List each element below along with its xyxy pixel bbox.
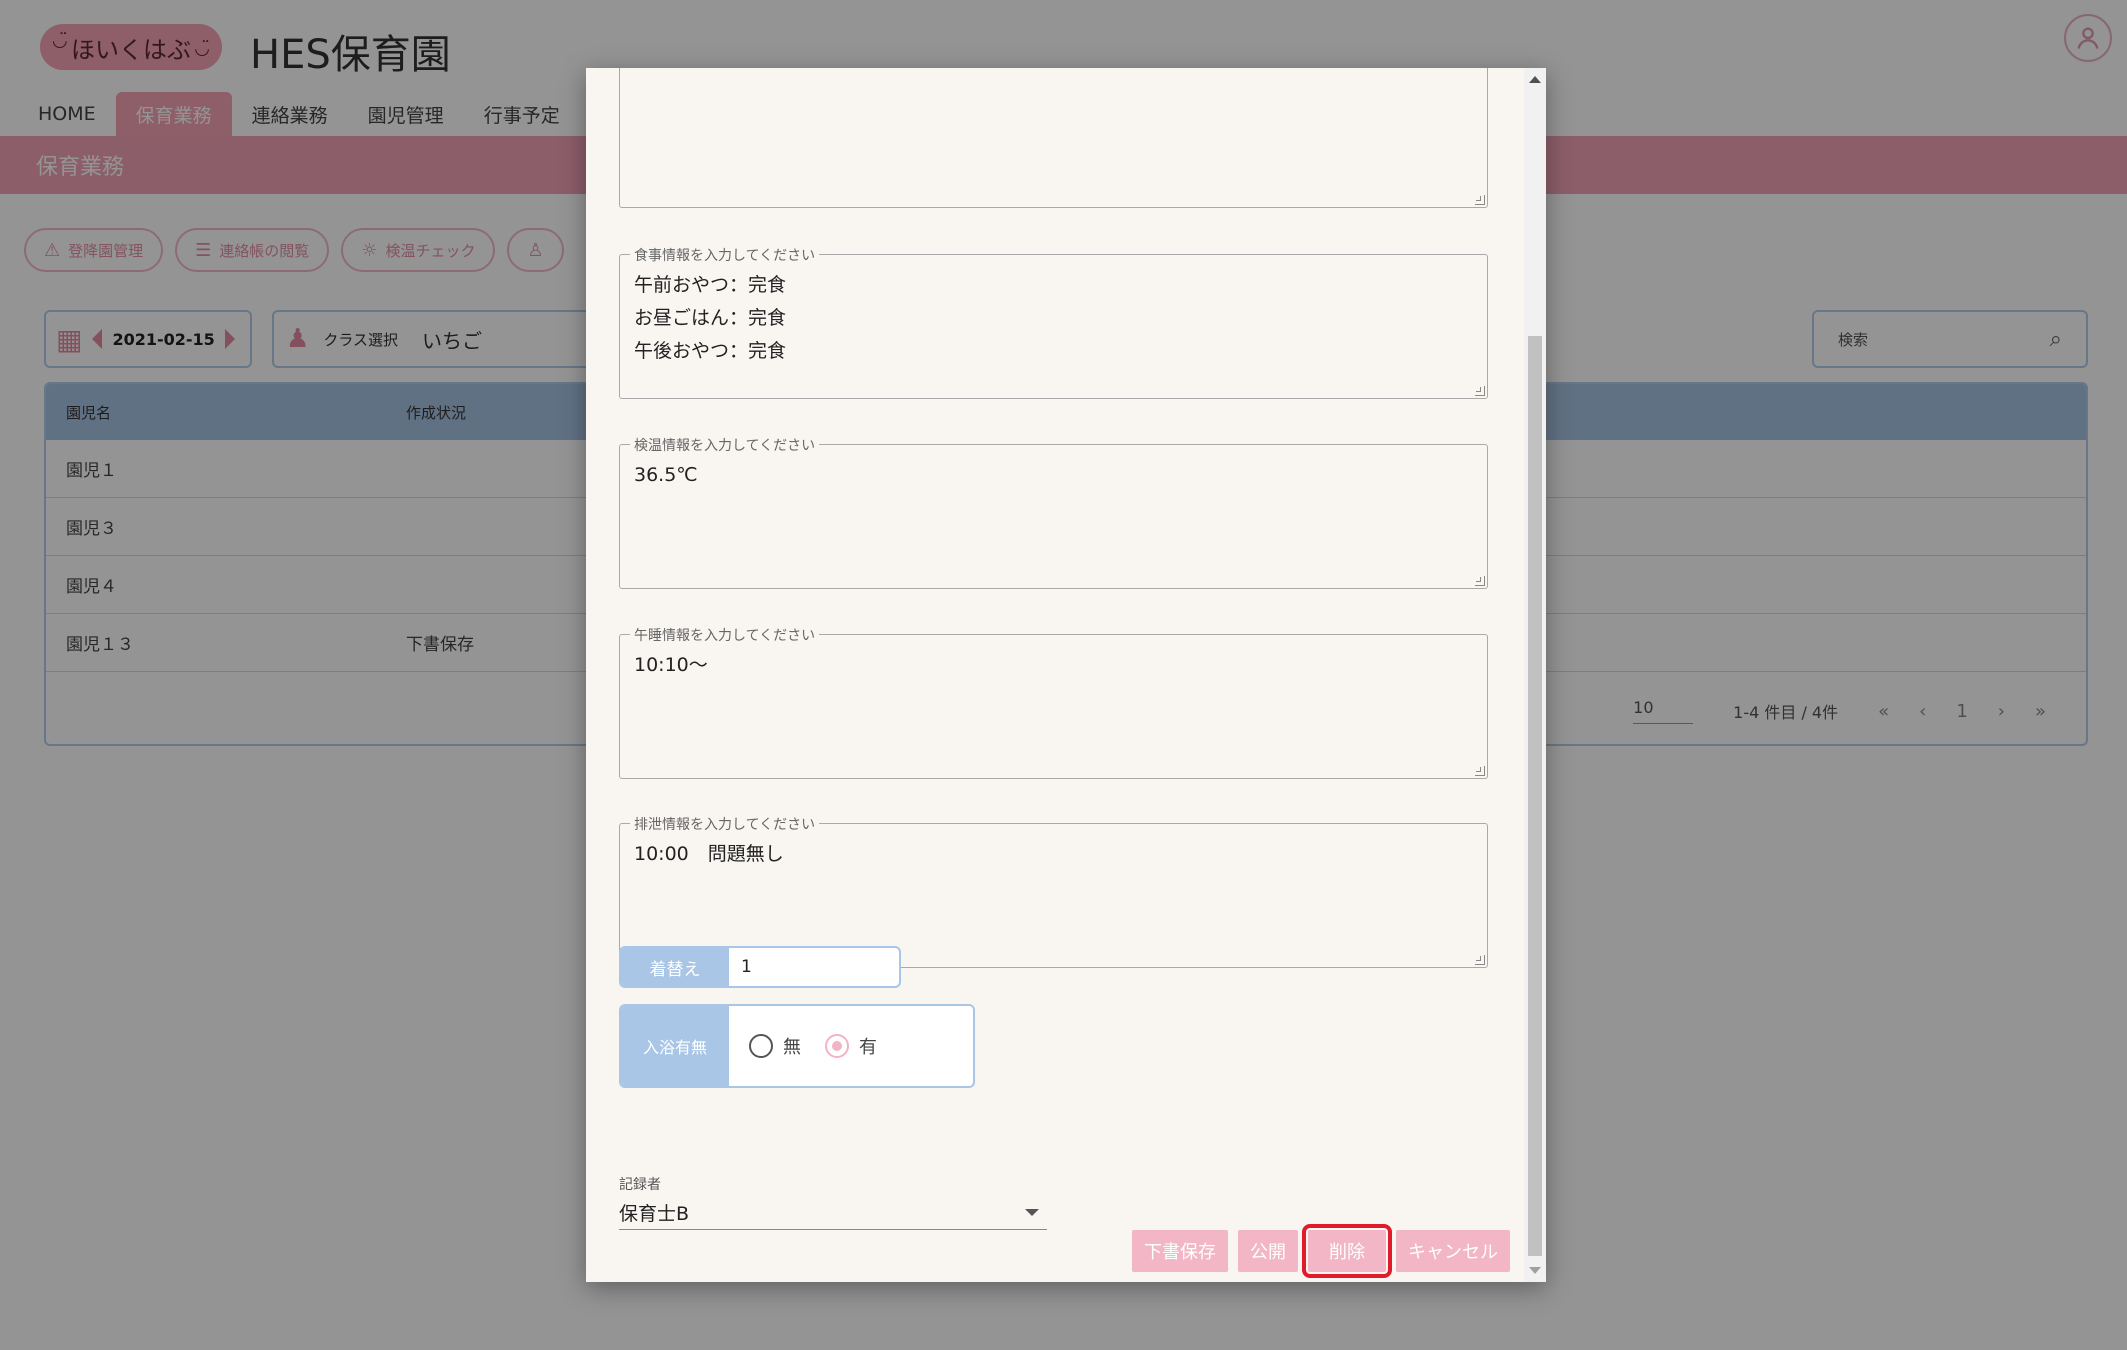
- scroll-down-icon[interactable]: [1529, 1267, 1541, 1274]
- dialog-actions: 下書保存 公開 削除 キャンセル: [1132, 1224, 1510, 1278]
- draft-save-button[interactable]: 下書保存: [1132, 1230, 1228, 1272]
- recorder-field[interactable]: 保育士B: [619, 1196, 1047, 1230]
- meal-legend: 食事情報を入力してください: [630, 245, 820, 265]
- clothes-change-field: 着替え 1: [619, 946, 901, 988]
- temp-textarea[interactable]: 検温情報を入力してください 36.5℃: [619, 435, 1488, 589]
- temp-legend: 検温情報を入力してください: [630, 435, 820, 455]
- resize-grip[interactable]: [1475, 195, 1485, 205]
- bath-radio-yes[interactable]: 有: [825, 1033, 877, 1059]
- meal-textarea[interactable]: 食事情報を入力してください 午前おやつ：完食 お昼ごはん：完食 午後おやつ：完食: [619, 245, 1488, 399]
- record-dialog: 食事情報を入力してください 午前おやつ：完食 お昼ごはん：完食 午後おやつ：完食…: [586, 68, 1546, 1282]
- meal-value: 午前おやつ：完食 お昼ごはん：完食 午後おやつ：完食: [634, 274, 787, 362]
- clothes-change-label: 着替え: [621, 948, 729, 986]
- delete-button[interactable]: 削除: [1302, 1224, 1392, 1278]
- radio-checked-icon[interactable]: [825, 1034, 849, 1058]
- scroll-thumb[interactable]: [1528, 336, 1542, 1256]
- resize-grip[interactable]: [1475, 766, 1485, 776]
- chevron-down-icon[interactable]: [1025, 1209, 1039, 1216]
- publish-button[interactable]: 公開: [1238, 1230, 1298, 1272]
- previous-textarea[interactable]: [619, 68, 1488, 208]
- bath-radio-no[interactable]: 無: [749, 1033, 801, 1059]
- recorder-value: 保育士B: [619, 1203, 690, 1225]
- clothes-change-input[interactable]: 1: [729, 948, 752, 986]
- recorder-select[interactable]: 記録者 保育士B: [619, 1174, 1047, 1230]
- bath-options: 無 有: [729, 1006, 877, 1086]
- nap-textarea[interactable]: 午睡情報を入力してください 10:10～: [619, 625, 1488, 779]
- cancel-button[interactable]: キャンセル: [1396, 1230, 1510, 1272]
- recorder-label: 記録者: [619, 1177, 661, 1193]
- nap-legend: 午睡情報を入力してください: [630, 625, 820, 645]
- scroll-up-icon[interactable]: [1529, 76, 1541, 83]
- bath-option-no-label: 無: [783, 1037, 801, 1058]
- excretion-legend: 排泄情報を入力してください: [630, 814, 820, 834]
- radio-unchecked-icon[interactable]: [749, 1034, 773, 1058]
- bath-label: 入浴有無: [621, 1006, 729, 1086]
- resize-grip[interactable]: [1475, 386, 1485, 396]
- dialog-scrollbar[interactable]: [1524, 68, 1546, 1282]
- bath-field: 入浴有無 無 有: [619, 1004, 975, 1088]
- resize-grip[interactable]: [1475, 576, 1485, 586]
- resize-grip[interactable]: [1475, 955, 1485, 965]
- bath-option-yes-label: 有: [859, 1037, 877, 1058]
